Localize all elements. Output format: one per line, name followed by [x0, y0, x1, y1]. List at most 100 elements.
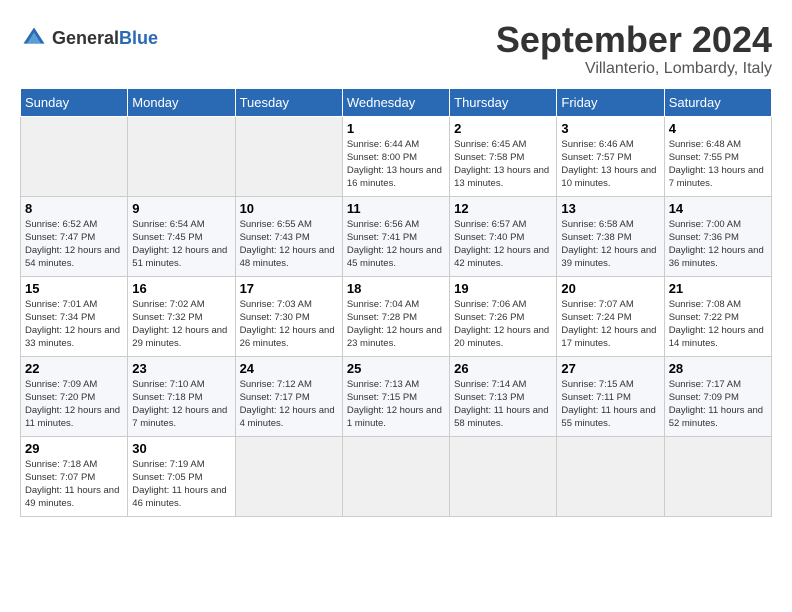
- day-info: Sunrise: 7:09 AMSunset: 7:20 PMDaylight:…: [25, 378, 123, 431]
- calendar-day-14: 14 Sunrise: 7:00 AMSunset: 7:36 PMDayligh…: [664, 196, 771, 276]
- day-info: Sunrise: 7:00 AMSunset: 7:36 PMDaylight:…: [669, 218, 767, 271]
- calendar-day-26: 26Sunrise: 7:14 AMSunset: 7:13 PMDayligh…: [450, 356, 557, 436]
- calendar-day-11: 11Sunrise: 6:56 AMSunset: 7:41 PMDayligh…: [342, 196, 449, 276]
- day-number: 23: [132, 361, 230, 376]
- title-section: September 2024 Villanterio, Lombardy, It…: [496, 20, 772, 78]
- calendar-week-2: 8 Sunrise: 6:52 AMSunset: 7:47 PMDaylight…: [21, 196, 772, 276]
- day-info: Sunrise: 7:01 AMSunset: 7:34 PMDaylight:…: [25, 298, 123, 351]
- day-info: Sunrise: 7:06 AMSunset: 7:26 PMDaylight:…: [454, 298, 552, 351]
- day-info: Sunrise: 7:08 AMSunset: 7:22 PMDaylight:…: [669, 298, 767, 351]
- day-info: Sunrise: 7:18 AMSunset: 7:07 PMDaylight:…: [25, 458, 123, 511]
- day-info: Sunrise: 7:10 AMSunset: 7:18 PMDaylight:…: [132, 378, 230, 431]
- day-info: Sunrise: 6:44 AMSunset: 8:00 PMDaylight:…: [347, 138, 445, 191]
- weekday-header-sunday: Sunday: [21, 88, 128, 116]
- day-info: Sunrise: 6:54 AMSunset: 7:45 PMDaylight:…: [132, 218, 230, 271]
- day-info: Sunrise: 7:17 AMSunset: 7:09 PMDaylight:…: [669, 378, 767, 431]
- day-number: 17: [240, 281, 338, 296]
- weekday-header-monday: Monday: [128, 88, 235, 116]
- day-info: Sunrise: 7:13 AMSunset: 7:15 PMDaylight:…: [347, 378, 445, 431]
- day-number: 20: [561, 281, 659, 296]
- day-info: Sunrise: 6:45 AMSunset: 7:58 PMDaylight:…: [454, 138, 552, 191]
- day-number: 28: [669, 361, 767, 376]
- day-number: 4: [669, 121, 767, 136]
- day-number: 24: [240, 361, 338, 376]
- day-number: 18: [347, 281, 445, 296]
- day-number: 16: [132, 281, 230, 296]
- calendar-day-30: 30 Sunrise: 7:19 AMSunset: 7:05 PMDayligh…: [128, 436, 235, 516]
- day-info: Sunrise: 6:55 AMSunset: 7:43 PMDaylight:…: [240, 218, 338, 271]
- day-number: 12: [454, 201, 552, 216]
- calendar-day-9: 9 Sunrise: 6:54 AMSunset: 7:45 PMDaylight…: [128, 196, 235, 276]
- logo-name-line1: GeneralBlue: [52, 28, 158, 49]
- calendar-day-20: 20 Sunrise: 7:07 AMSunset: 7:24 PMDayligh…: [557, 276, 664, 356]
- day-number: 26: [454, 361, 552, 376]
- calendar-day-16: 16 Sunrise: 7:02 AMSunset: 7:32 PMDayligh…: [128, 276, 235, 356]
- day-info: Sunrise: 7:15 AMSunset: 7:11 PMDaylight:…: [561, 378, 659, 431]
- calendar-day-23: 23 Sunrise: 7:10 AMSunset: 7:18 PMDayligh…: [128, 356, 235, 436]
- calendar-week-3: 15 Sunrise: 7:01 AMSunset: 7:34 PMDayligh…: [21, 276, 772, 356]
- empty-cell: [664, 436, 771, 516]
- day-info: Sunrise: 6:52 AMSunset: 7:47 PMDaylight:…: [25, 218, 123, 271]
- month-title: September 2024: [496, 20, 772, 60]
- day-number: 19: [454, 281, 552, 296]
- calendar-day-24: 24 Sunrise: 7:12 AMSunset: 7:17 PMDayligh…: [235, 356, 342, 436]
- day-number: 15: [25, 281, 123, 296]
- empty-cell: [128, 116, 235, 196]
- day-number: 27: [561, 361, 659, 376]
- empty-cell: [235, 436, 342, 516]
- calendar-day-28: 28 Sunrise: 7:17 AMSunset: 7:09 PMDayligh…: [664, 356, 771, 436]
- day-number: 30: [132, 441, 230, 456]
- day-info: Sunrise: 7:02 AMSunset: 7:32 PMDaylight:…: [132, 298, 230, 351]
- calendar-day-2: 2Sunrise: 6:45 AMSunset: 7:58 PMDaylight…: [450, 116, 557, 196]
- weekday-header-friday: Friday: [557, 88, 664, 116]
- day-info: Sunrise: 6:57 AMSunset: 7:40 PMDaylight:…: [454, 218, 552, 271]
- day-info: Sunrise: 6:56 AMSunset: 7:41 PMDaylight:…: [347, 218, 445, 271]
- location: Villanterio, Lombardy, Italy: [496, 60, 772, 78]
- empty-cell: [450, 436, 557, 516]
- day-number: 9: [132, 201, 230, 216]
- calendar-day-17: 17 Sunrise: 7:03 AMSunset: 7:30 PMDayligh…: [235, 276, 342, 356]
- calendar-day-15: 15 Sunrise: 7:01 AMSunset: 7:34 PMDayligh…: [21, 276, 128, 356]
- calendar-week-1: 1 Sunrise: 6:44 AMSunset: 8:00 PMDaylight…: [21, 116, 772, 196]
- calendar-day-18: 18 Sunrise: 7:04 AMSunset: 7:28 PMDayligh…: [342, 276, 449, 356]
- day-number: 13: [561, 201, 659, 216]
- calendar-day-12: 12 Sunrise: 6:57 AMSunset: 7:40 PMDayligh…: [450, 196, 557, 276]
- weekday-header-row: SundayMondayTuesdayWednesdayThursdayFrid…: [21, 88, 772, 116]
- day-number: 8: [25, 201, 123, 216]
- calendar-day-10: 10 Sunrise: 6:55 AMSunset: 7:43 PMDayligh…: [235, 196, 342, 276]
- day-info: Sunrise: 7:03 AMSunset: 7:30 PMDaylight:…: [240, 298, 338, 351]
- day-number: 25: [347, 361, 445, 376]
- day-number: 1: [347, 121, 445, 136]
- day-info: Sunrise: 6:48 AMSunset: 7:55 PMDaylight:…: [669, 138, 767, 191]
- weekday-header-wednesday: Wednesday: [342, 88, 449, 116]
- logo: GeneralBlue: [20, 24, 158, 52]
- calendar-day-22: 22 Sunrise: 7:09 AMSunset: 7:20 PMDayligh…: [21, 356, 128, 436]
- calendar-week-5: 29Sunrise: 7:18 AMSunset: 7:07 PMDayligh…: [21, 436, 772, 516]
- calendar-day-19: 19 Sunrise: 7:06 AMSunset: 7:26 PMDayligh…: [450, 276, 557, 356]
- day-number: 10: [240, 201, 338, 216]
- calendar-day-21: 21 Sunrise: 7:08 AMSunset: 7:22 PMDayligh…: [664, 276, 771, 356]
- day-info: Sunrise: 6:46 AMSunset: 7:57 PMDaylight:…: [561, 138, 659, 191]
- empty-cell: [21, 116, 128, 196]
- calendar-day-27: 27 Sunrise: 7:15 AMSunset: 7:11 PMDayligh…: [557, 356, 664, 436]
- day-number: 14: [669, 201, 767, 216]
- calendar-table: SundayMondayTuesdayWednesdayThursdayFrid…: [20, 88, 772, 517]
- empty-cell: [235, 116, 342, 196]
- empty-cell: [557, 436, 664, 516]
- day-number: 21: [669, 281, 767, 296]
- calendar-week-4: 22 Sunrise: 7:09 AMSunset: 7:20 PMDayligh…: [21, 356, 772, 436]
- calendar-day-29: 29Sunrise: 7:18 AMSunset: 7:07 PMDayligh…: [21, 436, 128, 516]
- day-info: Sunrise: 7:12 AMSunset: 7:17 PMDaylight:…: [240, 378, 338, 431]
- day-info: Sunrise: 7:19 AMSunset: 7:05 PMDaylight:…: [132, 458, 230, 511]
- calendar-day-13: 13 Sunrise: 6:58 AMSunset: 7:38 PMDayligh…: [557, 196, 664, 276]
- day-number: 22: [25, 361, 123, 376]
- page-header: GeneralBlue September 2024 Villanterio, …: [20, 20, 772, 78]
- day-info: Sunrise: 7:07 AMSunset: 7:24 PMDaylight:…: [561, 298, 659, 351]
- weekday-header-saturday: Saturday: [664, 88, 771, 116]
- empty-cell: [342, 436, 449, 516]
- calendar-day-8: 8 Sunrise: 6:52 AMSunset: 7:47 PMDaylight…: [21, 196, 128, 276]
- day-info: Sunrise: 6:58 AMSunset: 7:38 PMDaylight:…: [561, 218, 659, 271]
- calendar-day-3: 3Sunrise: 6:46 AMSunset: 7:57 PMDaylight…: [557, 116, 664, 196]
- day-info: Sunrise: 7:04 AMSunset: 7:28 PMDaylight:…: [347, 298, 445, 351]
- calendar-day-25: 25 Sunrise: 7:13 AMSunset: 7:15 PMDayligh…: [342, 356, 449, 436]
